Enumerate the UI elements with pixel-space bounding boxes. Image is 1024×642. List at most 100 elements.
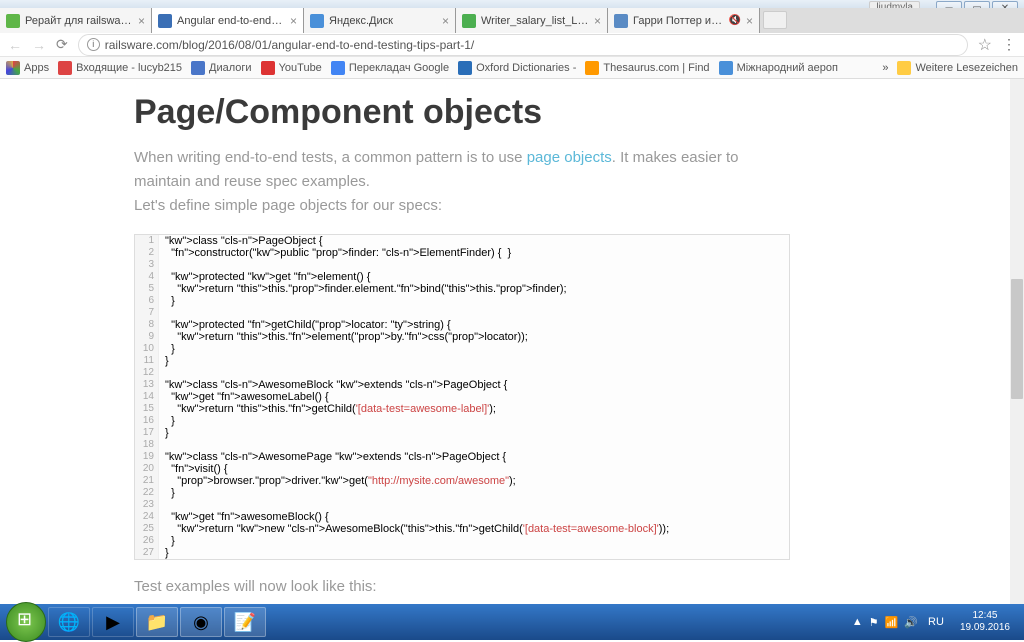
bookmark-item[interactable]: Входящие - lucyb215 [58,61,182,75]
system-clock[interactable]: 12:45 19.09.2016 [954,610,1016,634]
code-line: } [159,355,169,367]
line-number: 22 [135,487,159,499]
code-line: "kw">get "fn">awesomeLabel() { [159,391,329,403]
code-line: } [159,295,175,307]
line-number: 2 [135,247,159,259]
favicon-icon [462,14,476,28]
close-tab-icon[interactable]: × [746,14,753,28]
close-tab-icon[interactable]: × [442,14,449,28]
scrollbar-thumb[interactable] [1011,279,1023,399]
tab-0[interactable]: Рерайт для railsware.com× [0,8,152,33]
line-number: 8 [135,319,159,331]
line-number: 16 [135,415,159,427]
bookmark-item[interactable]: Oxford Dictionaries - [458,61,576,75]
code-line: } [159,535,175,547]
code-line: "kw">return "this">this."fn">getChild('[… [159,403,496,415]
code-line: "kw">protected "fn">getChild("prop">loca… [159,319,451,331]
code-line: "kw">get "fn">awesomeBlock() { [159,511,329,523]
line-number: 10 [135,343,159,355]
chrome-menu-icon[interactable]: ⋮ [1002,36,1016,53]
start-button[interactable] [6,602,46,642]
page-viewport: Page/Component objects When writing end-… [0,79,1010,604]
line-number: 6 [135,295,159,307]
line-number: 20 [135,463,159,475]
new-tab-button[interactable] [763,11,787,29]
scrollbar[interactable] [1010,79,1024,604]
bookmark-item[interactable]: YouTube [261,61,322,75]
forward-button[interactable]: → [32,37,46,53]
tray-network-icon[interactable]: 📶 [885,616,899,629]
bookmark-item[interactable]: Перекладач Google [331,61,449,75]
favicon-icon [6,14,20,28]
tab-3[interactable]: Writer_salary_list_L.BUTE× [456,8,608,33]
taskbar-media-icon[interactable]: ▶ [92,607,134,637]
bookmark-favicon [58,61,72,75]
browser-tabs: Рерайт для railsware.com× Angular end-to… [0,8,1024,33]
code-line: "kw">return "this">this."fn">element("pr… [159,331,528,343]
code-line: "kw">class "cls-n">PageObject { [159,235,323,247]
bookmark-favicon [719,61,733,75]
code-line: "kw">return "kw">new "cls-n">AwesomeBloc… [159,523,669,535]
bookmark-item[interactable]: Thesaurus.com | Find [585,61,709,75]
tray-volume-icon[interactable]: 🔊 [904,616,918,629]
tab-1[interactable]: Angular end-to-end test× [152,8,304,33]
code-line [159,499,165,511]
line-number: 26 [135,535,159,547]
line-number: 11 [135,355,159,367]
code-line [159,307,165,319]
favicon-icon [158,14,172,28]
code-line [159,439,165,451]
back-button[interactable]: ← [8,37,22,53]
code-line: "kw">protected "kw">get "fn">element() { [159,271,370,283]
bookmark-favicon [331,61,345,75]
close-tab-icon[interactable]: × [594,14,601,28]
line-number: 21 [135,475,159,487]
bookmark-star-icon[interactable]: ☆ [978,35,992,55]
windows-taskbar: 🌐 ▶ 📁 ◉ 📝 ▲ ⚑ 📶 🔊 RU 12:45 19.09.2016 [0,604,1024,640]
taskbar-word-icon[interactable]: 📝 [224,607,266,637]
page-objects-link[interactable]: page objects [527,149,612,166]
bookmarks-bar: Apps Входящие - lucyb215 Диалоги YouTube… [0,57,1024,79]
audio-icon[interactable]: 🔇 [729,15,741,26]
intro-paragraph: When writing end-to-end tests, a common … [134,146,790,218]
line-number: 5 [135,283,159,295]
bookmark-favicon [585,61,599,75]
apps-button[interactable]: Apps [6,61,49,75]
taskbar-chrome-icon[interactable]: ◉ [180,607,222,637]
site-info-icon[interactable]: i [87,38,100,51]
code-line: } [159,487,175,499]
line-number: 1 [135,235,159,247]
line-number: 24 [135,511,159,523]
bookmark-item[interactable]: Міжнародний аероп [719,61,838,75]
page-heading: Page/Component objects [134,79,790,132]
line-number: 18 [135,439,159,451]
tray-up-icon[interactable]: ▲ [852,616,863,628]
code-line: "kw">class "cls-n">AwesomeBlock "kw">ext… [159,379,507,391]
taskbar-ie-icon[interactable]: 🌐 [48,607,90,637]
language-indicator[interactable]: RU [924,616,948,628]
tab-2[interactable]: Яндекс.Диск× [304,8,456,33]
line-number: 13 [135,379,159,391]
close-tab-icon[interactable]: × [290,14,297,28]
code-line: } [159,547,169,559]
taskbar-explorer-icon[interactable]: 📁 [136,607,178,637]
article-content: Page/Component objects When writing end-… [134,79,790,595]
tray-flag-icon[interactable]: ⚑ [869,616,879,629]
line-number: 19 [135,451,159,463]
close-tab-icon[interactable]: × [138,14,145,28]
reload-button[interactable]: ⟳ [56,36,68,53]
code-line: "fn">visit() { [159,463,228,475]
line-number: 23 [135,499,159,511]
apps-icon [6,61,20,75]
line-number: 12 [135,367,159,379]
favicon-icon [614,14,628,28]
bookmark-item[interactable]: Диалоги [191,61,252,75]
other-bookmarks[interactable]: Weitere Lesezeichen [897,61,1018,75]
system-tray: ▲ ⚑ 📶 🔊 RU 12:45 19.09.2016 [852,610,1020,634]
line-number: 4 [135,271,159,283]
line-number: 15 [135,403,159,415]
code-line [159,259,165,271]
tab-4[interactable]: Гарри Поттер и орде🔇× [608,8,760,33]
address-bar[interactable]: i railsware.com/blog/2016/08/01/angular-… [78,34,968,56]
bookmarks-overflow[interactable]: » [882,62,888,74]
